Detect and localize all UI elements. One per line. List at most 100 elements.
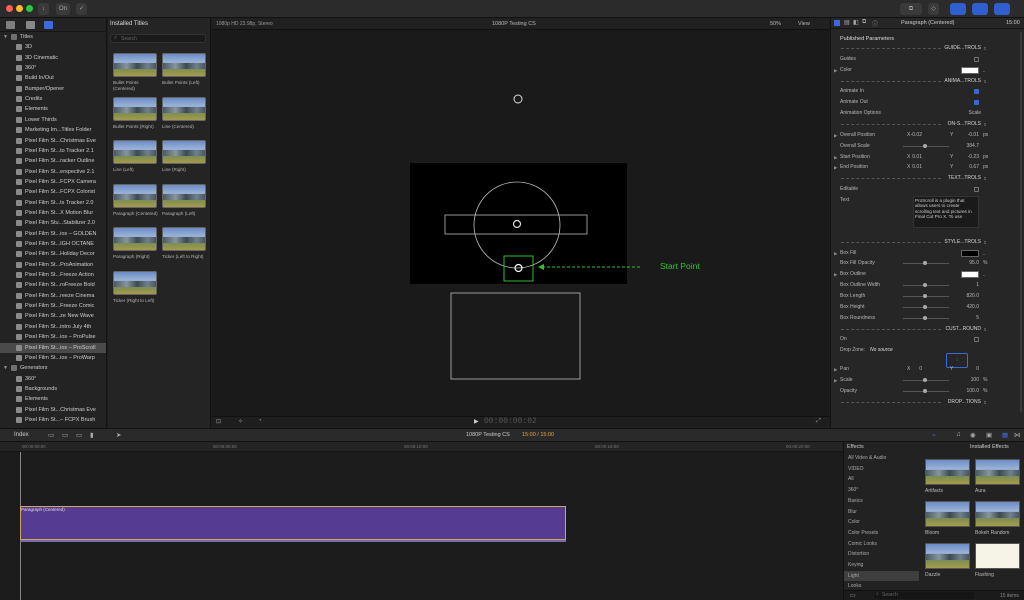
effects-category[interactable]: All bbox=[844, 474, 919, 484]
chevron-icon[interactable]: ⇕ bbox=[983, 237, 987, 248]
color-swatch[interactable] bbox=[961, 271, 979, 279]
checkbox[interactable] bbox=[974, 187, 979, 193]
sidebar-item[interactable]: 3D Cinematic bbox=[0, 53, 106, 63]
parameter-value[interactable]: 820.0 bbox=[966, 291, 979, 302]
title-thumbnail[interactable] bbox=[162, 183, 206, 208]
index-button[interactable]: Index bbox=[14, 432, 29, 438]
title-thumbnail[interactable] bbox=[113, 227, 157, 251]
disclosure-triangle-icon[interactable]: ▼ bbox=[3, 363, 8, 373]
disclosure-triangle-icon[interactable]: ▶ bbox=[834, 364, 837, 375]
effect-thumbnail[interactable] bbox=[925, 459, 970, 485]
color-swatch[interactable] bbox=[961, 66, 979, 74]
effects-category[interactable]: All Video & Audio bbox=[844, 453, 919, 463]
effect-thumbnail[interactable] bbox=[975, 459, 1020, 485]
chevron-down-icon[interactable]: ⌄ bbox=[982, 248, 986, 259]
sidebar-item[interactable]: Backgrounds bbox=[0, 384, 106, 394]
parameter-value[interactable]: 100.0 bbox=[966, 386, 979, 397]
disclosure-triangle-icon[interactable]: ▶ bbox=[834, 375, 837, 386]
effects-category[interactable]: Blur bbox=[844, 507, 919, 517]
y-value[interactable]: -0.23 bbox=[968, 152, 979, 163]
slider-knob[interactable] bbox=[923, 261, 927, 266]
color-inspector-icon[interactable]: ◧ bbox=[853, 19, 859, 26]
disclosure-triangle-icon[interactable]: ▶ bbox=[834, 152, 837, 163]
sidebar-item[interactable]: Pixel Film St...reeze Cinema bbox=[0, 291, 106, 301]
keyword-button[interactable]: On bbox=[56, 3, 70, 15]
title-thumbnail[interactable] bbox=[113, 96, 157, 121]
parameter-value[interactable]: 384.7 bbox=[966, 141, 979, 152]
y-value[interactable]: -0.01 bbox=[968, 130, 979, 141]
effects-category[interactable]: Color bbox=[844, 517, 919, 527]
parameter-value[interactable]: 100 bbox=[971, 375, 979, 386]
sidebar-item[interactable]: Pixel Film St...FCPX Colorist bbox=[0, 187, 106, 197]
append-clip-icon[interactable]: ▭ bbox=[48, 431, 54, 439]
select-tool-icon[interactable]: ➤ bbox=[116, 431, 121, 439]
disclosure-triangle-icon[interactable]: ▶ bbox=[834, 269, 837, 280]
chevron-icon[interactable]: ⇕ bbox=[983, 119, 987, 130]
sidebar-item[interactable]: 3D bbox=[0, 42, 106, 52]
search-field[interactable]: ⌕ Search bbox=[110, 34, 206, 43]
sidebar-item[interactable]: Pixel Film St...ts Tracker 2.0 bbox=[0, 198, 106, 208]
inspector-scrollbar[interactable] bbox=[1020, 32, 1022, 412]
keyframe-icon[interactable]: ◇ bbox=[928, 3, 939, 15]
audio-skimming-icon[interactable]: ♫ bbox=[956, 431, 961, 438]
zoom-window-button[interactable] bbox=[26, 5, 33, 12]
transform-icon[interactable]: ⊡ bbox=[216, 418, 221, 425]
section-header[interactable]: TEXT...TROLS bbox=[948, 173, 981, 184]
parameter-value[interactable]: 5 bbox=[976, 313, 979, 324]
libraries-icon[interactable] bbox=[26, 21, 35, 29]
sidebar-item[interactable]: 360° bbox=[0, 63, 106, 73]
timeline-ruler[interactable]: 00:00:00:00 00:00:05:00 00:00:10:00 00:00:1… bbox=[0, 442, 843, 452]
chevron-icon[interactable]: ⇕ bbox=[983, 324, 987, 335]
effect-thumbnail[interactable] bbox=[975, 543, 1020, 569]
chevron-down-icon[interactable]: ⌄ bbox=[982, 65, 986, 76]
effects-category[interactable]: Keying bbox=[844, 560, 919, 570]
parameter-value[interactable]: 420.0 bbox=[966, 302, 979, 313]
chevron-icon[interactable]: ⇕ bbox=[983, 397, 987, 408]
sidebar-item[interactable]: Pixel Film St...racker Outline bbox=[0, 156, 106, 166]
x-value[interactable]: -0.02 bbox=[911, 130, 922, 141]
solo-icon[interactable]: ◉ bbox=[970, 431, 976, 439]
parameter-value[interactable]: Scale bbox=[968, 108, 981, 119]
checkbox[interactable] bbox=[974, 89, 979, 95]
sidebar-item[interactable]: Pixel Film St...ios – ProWarp bbox=[0, 353, 106, 363]
sidebar-item[interactable]: Pixel Film St...– FCPX Brush bbox=[0, 415, 106, 425]
title-thumbnail[interactable] bbox=[113, 53, 157, 77]
slider-knob[interactable] bbox=[923, 143, 927, 148]
sidebar-item[interactable]: Pixel Film St...ze New Wave bbox=[0, 311, 106, 321]
checkbox[interactable] bbox=[974, 337, 979, 343]
title-thumbnail[interactable] bbox=[113, 270, 157, 295]
sidebar-item[interactable]: Elements bbox=[0, 394, 106, 404]
insert-clip-icon[interactable]: ▭ bbox=[62, 431, 68, 439]
section-header[interactable]: DROP...TIONS bbox=[948, 397, 981, 408]
title-thumbnail[interactable] bbox=[162, 227, 206, 251]
checkbox[interactable] bbox=[974, 56, 979, 62]
photos-audio-icon[interactable] bbox=[6, 21, 15, 29]
sidebar-item[interactable]: Marketing Im...Titles Folder bbox=[0, 125, 106, 135]
filter-icon[interactable]: ⧉ bbox=[862, 19, 866, 26]
effects-category[interactable]: Color Presets bbox=[844, 528, 919, 538]
slider-knob[interactable] bbox=[923, 304, 927, 309]
background-tasks-icon[interactable]: ✓ bbox=[76, 3, 87, 15]
inspector-toggle-icon[interactable] bbox=[994, 3, 1010, 15]
browser-title[interactable]: Installed Titles bbox=[110, 21, 148, 27]
video-inspector-icon[interactable]: ▤ bbox=[844, 19, 850, 26]
sidebar-item[interactable]: Pixel Film St...ios – ProScroll bbox=[0, 342, 106, 353]
info-icon[interactable]: ⓘ bbox=[872, 19, 878, 28]
sidebar-item[interactable]: 360° bbox=[0, 374, 106, 384]
slider-knob[interactable] bbox=[923, 377, 927, 382]
sidebar-item[interactable]: Bumper/Opener bbox=[0, 84, 106, 94]
effect-thumbnail[interactable] bbox=[925, 543, 970, 569]
disclosure-triangle-icon[interactable]: ▶ bbox=[834, 162, 837, 173]
sidebar-item[interactable]: ▼ Generators bbox=[0, 363, 106, 373]
sidebar-item[interactable]: Pixel Film St...roFreeze Bold bbox=[0, 280, 106, 290]
slider-knob[interactable] bbox=[923, 283, 927, 288]
chevron-icon[interactable]: ⇕ bbox=[983, 76, 987, 87]
parameter-value[interactable]: 1 bbox=[976, 280, 979, 291]
sidebar-item[interactable]: Pixel Film St...Christmas Eve bbox=[0, 405, 106, 415]
import-icon[interactable]: ↓ bbox=[38, 3, 49, 15]
sidebar-item[interactable]: ▼ Titles bbox=[0, 32, 106, 42]
slider-knob[interactable] bbox=[923, 388, 927, 393]
sidebar-toggle-icon[interactable]: ▭ bbox=[850, 592, 856, 599]
transitions-browser-icon[interactable]: ⋈ bbox=[1014, 431, 1021, 439]
disclosure-triangle-icon[interactable]: ▶ bbox=[834, 130, 837, 141]
